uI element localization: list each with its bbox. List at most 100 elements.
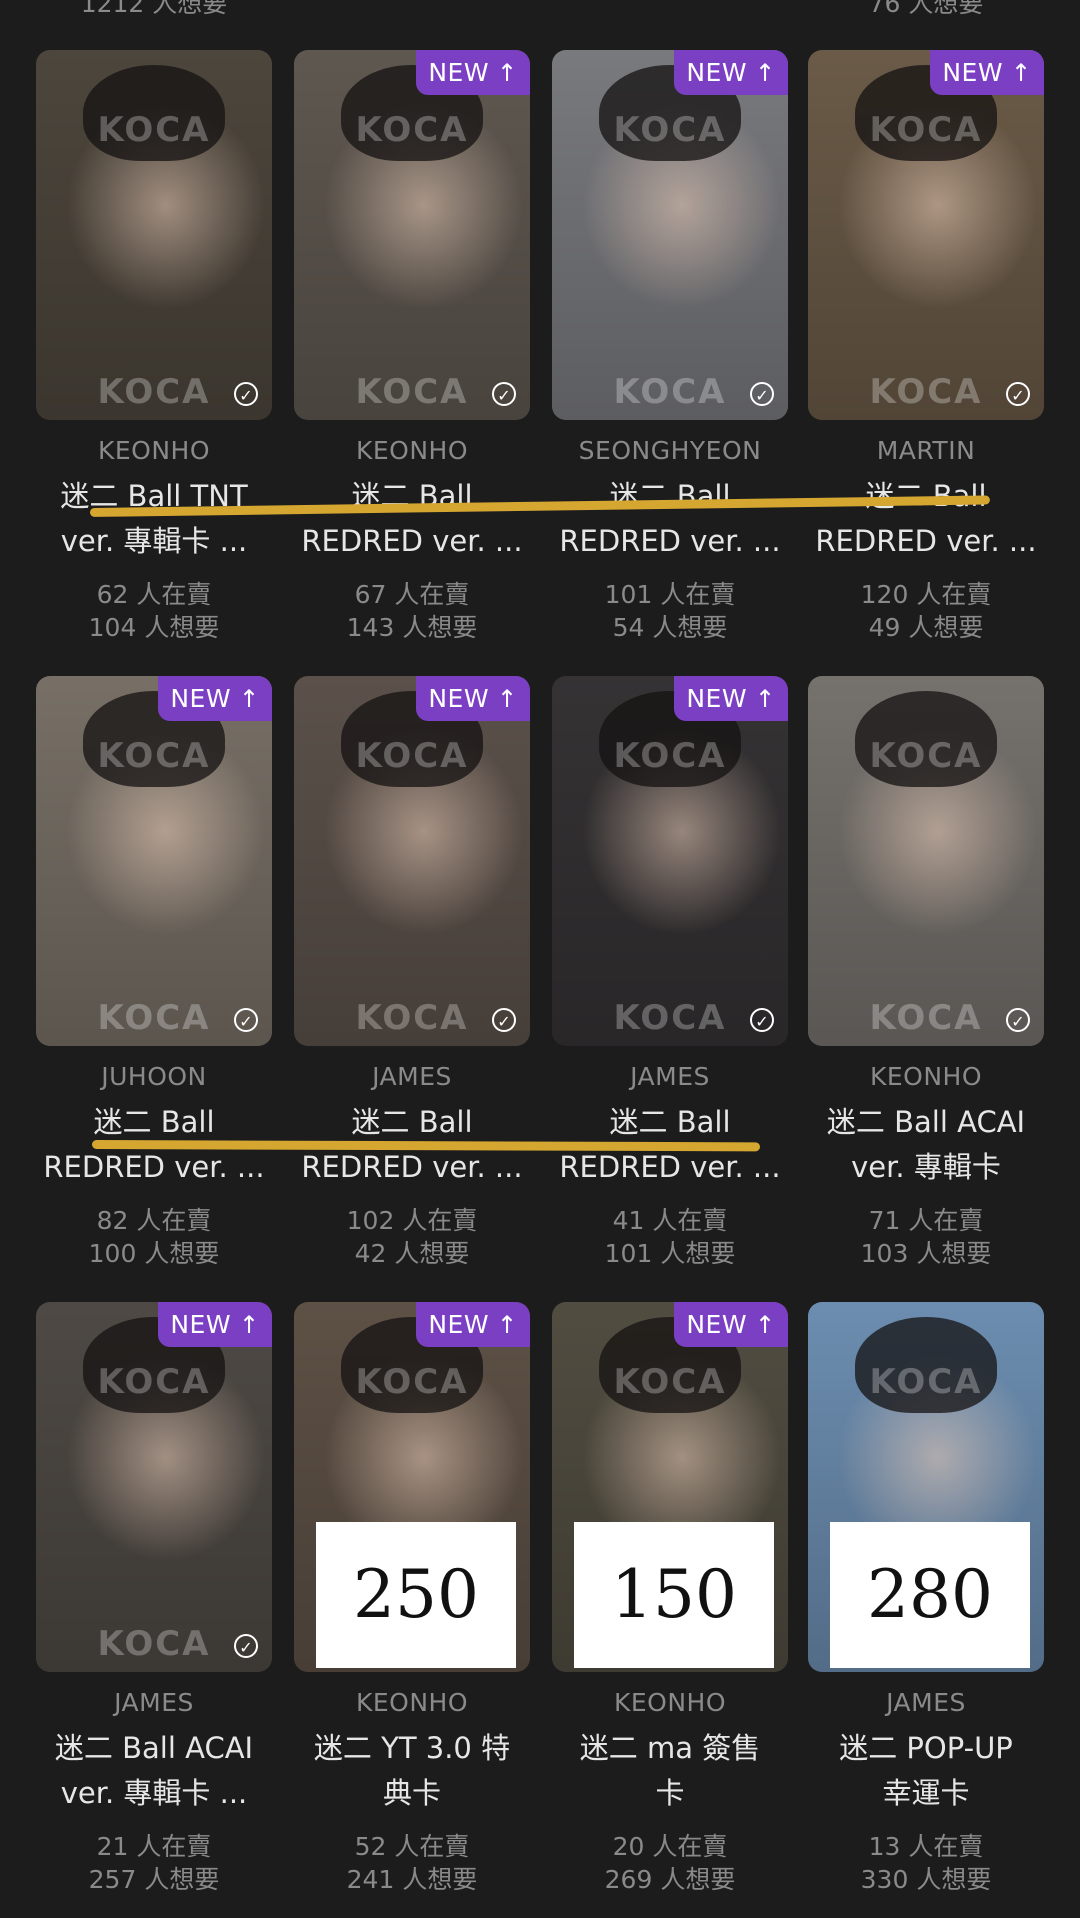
member-name: KEONHO bbox=[869, 1062, 983, 1091]
selling-count: 13 人在賣 bbox=[868, 1832, 984, 1861]
photocard-image[interactable]: KOCAKOCANEW↑150✓ bbox=[552, 1302, 788, 1672]
check-circle-icon[interactable]: ✓ bbox=[234, 382, 258, 406]
check-circle-icon[interactable]: ✓ bbox=[750, 1008, 774, 1032]
photocard-image[interactable]: KOCA KOCA NEW ↑ ✓ bbox=[294, 676, 530, 1046]
selling-count: 101 人在賣 bbox=[604, 580, 736, 609]
wanting-count: 269 人想要 bbox=[604, 1865, 736, 1894]
wanting-count: 100 人想要 bbox=[88, 1239, 220, 1268]
photocard-item[interactable]: KOCA KOCA ✓ KEONHO 迷二 Ball ACAI ver. 專輯卡 71 人在… bbox=[808, 676, 1044, 1276]
selling-count: 62 人在賣 bbox=[96, 580, 212, 609]
card-stats: 82 人在賣 100 人想要 bbox=[36, 1204, 272, 1270]
check-circle-icon[interactable]: ✓ bbox=[750, 1634, 774, 1658]
arrow-up-icon: ↑ bbox=[1011, 59, 1032, 87]
watermark-logo: KOCA bbox=[613, 736, 727, 776]
card-title[interactable]: 迷二 POP-UP 幸運卡 bbox=[800, 1726, 1052, 1816]
photocard-image[interactable]: KOCAKOCA280✓ bbox=[808, 1302, 1044, 1672]
watermark-logo: KOCA bbox=[613, 1362, 727, 1402]
photocard-item[interactable]: KOCAKOCANEW↑150✓KEONHO迷二 ma 簽售卡20 人在賣269… bbox=[552, 1302, 788, 1902]
selling-count: 20 人在賣 bbox=[612, 1832, 728, 1861]
check-circle-icon[interactable]: ✓ bbox=[234, 1634, 258, 1658]
photocard-item[interactable]: KOCAKOCANEW↑250✓KEONHO迷二 YT 3.0 特典卡52 人在… bbox=[294, 1302, 530, 1902]
check-circle-icon[interactable]: ✓ bbox=[750, 382, 774, 406]
card-title[interactable]: 迷二 Ball ACAI ver. 專輯卡 ... bbox=[28, 1726, 280, 1816]
new-badge: NEW ↑ bbox=[158, 676, 272, 721]
photocard-item[interactable]: KOCA KOCA NEW ↑ ✓ JAMES 迷二 Ball ACAI ver. 專輯卡 .… bbox=[36, 1302, 272, 1902]
card-stats: 71 人在賣 103 人想要 bbox=[808, 1204, 1044, 1270]
new-badge: NEW ↑ bbox=[416, 1302, 530, 1347]
member-name: JAMES bbox=[372, 1062, 452, 1091]
selling-count: 21 人在賣 bbox=[96, 1832, 212, 1861]
watermark-logo: KOCA bbox=[97, 736, 211, 776]
card-stats: 20 人在賣 269 人想要 bbox=[552, 1830, 788, 1896]
photocard-image[interactable]: KOCA KOCA NEW ↑ ✓ bbox=[552, 50, 788, 420]
price-label: 250 bbox=[316, 1522, 516, 1668]
member-name: JAMES bbox=[886, 1688, 966, 1717]
photocard-item[interactable]: KOCA KOCA NEW ↑ ✓ SEONGHYEON 迷二 Ball REDRED ver… bbox=[552, 50, 788, 650]
card-stats: 67 人在賣 143 人想要 bbox=[294, 578, 530, 644]
wanting-count: 330 人想要 bbox=[860, 1865, 992, 1894]
card-stats: 120 人在賣 49 人想要 bbox=[808, 578, 1044, 644]
card-title[interactable]: 迷二 Ball TNT ver. 專輯卡 ... bbox=[28, 474, 280, 564]
photocard-item[interactable]: KOCAKOCANEW↑✓MARTIN迷二 BallREDRED ver. ..… bbox=[808, 50, 1044, 650]
arrow-up-icon: ↑ bbox=[755, 685, 776, 713]
wanting-count: 49 人想要 bbox=[868, 613, 984, 642]
photocard-item[interactable]: KOCA KOCA ✓ KEONHO 迷二 Ball TNT ver. 專輯卡 ... 62… bbox=[36, 50, 272, 650]
wanting-count: 101 人想要 bbox=[604, 1239, 736, 1268]
wanting-count: 257 人想要 bbox=[88, 1865, 220, 1894]
partial-stat-top: 76 人想要 bbox=[868, 0, 984, 18]
photocard-image[interactable]: KOCA KOCA NEW ↑ ✓ bbox=[294, 50, 530, 420]
member-name: MARTIN bbox=[876, 436, 976, 465]
photocard-image[interactable]: KOCA KOCA ✓ bbox=[36, 50, 272, 420]
selling-count: 102 人在賣 bbox=[346, 1206, 478, 1235]
card-title[interactable]: 迷二 Ball ACAI ver. 專輯卡 bbox=[800, 1100, 1052, 1190]
card-stats: 21 人在賣 257 人想要 bbox=[36, 1830, 272, 1896]
wanting-count: 143 人想要 bbox=[346, 613, 478, 642]
watermark-logo: KOCA bbox=[869, 110, 983, 150]
photocard-image[interactable]: KOCA KOCA NEW ↑ ✓ bbox=[808, 50, 1044, 420]
card-title[interactable]: 迷二 BallREDRED ver. ... bbox=[800, 474, 1052, 564]
card-title[interactable]: 迷二 YT 3.0 特典卡 bbox=[286, 1726, 538, 1816]
selling-count: 120 人在賣 bbox=[860, 580, 992, 609]
price-label: 280 bbox=[830, 1522, 1030, 1668]
photocard-image[interactable]: KOCA KOCA ✓ bbox=[808, 676, 1044, 1046]
partial-stat-top: 1212 人想要 bbox=[80, 0, 228, 18]
photocard-image[interactable]: KOCA KOCA NEW ↑ ✓ bbox=[36, 676, 272, 1046]
arrow-up-icon: ↑ bbox=[755, 59, 776, 87]
check-circle-icon[interactable]: ✓ bbox=[1006, 382, 1030, 406]
member-name: KEONHO bbox=[97, 436, 211, 465]
new-badge: NEW ↑ bbox=[158, 1302, 272, 1347]
new-badge: NEW ↑ bbox=[416, 676, 530, 721]
arrow-up-icon: ↑ bbox=[497, 1311, 518, 1339]
card-stats: 52 人在賣 241 人想要 bbox=[294, 1830, 530, 1896]
new-badge: NEW ↑ bbox=[416, 50, 530, 95]
check-circle-icon[interactable]: ✓ bbox=[1006, 1634, 1030, 1658]
photocard-item[interactable]: KOCAKOCA280✓JAMES迷二 POP-UP幸運卡13 人在賣330 人… bbox=[808, 1302, 1044, 1902]
wanting-count: 104 人想要 bbox=[88, 613, 220, 642]
card-title[interactable]: 迷二 BallREDRED ver. ... bbox=[286, 474, 538, 564]
check-circle-icon[interactable]: ✓ bbox=[1006, 1008, 1030, 1032]
member-name: KEONHO bbox=[355, 1688, 469, 1717]
photocard-item[interactable]: KOCA KOCA NEW ↑ ✓ JUHOON 迷二 Ball REDRED ver. ..… bbox=[36, 676, 272, 1276]
new-badge: NEW ↑ bbox=[674, 1302, 788, 1347]
check-circle-icon[interactable]: ✓ bbox=[492, 1634, 516, 1658]
arrow-up-icon: ↑ bbox=[497, 685, 518, 713]
arrow-up-icon: ↑ bbox=[239, 1311, 260, 1339]
card-stats: 13 人在賣 330 人想要 bbox=[808, 1830, 1044, 1896]
photocard-item[interactable]: KOCA KOCA NEW ↑ ✓ JAMES 迷二 Ball REDRED ver. ...… bbox=[294, 676, 530, 1276]
card-stats: 62 人在賣 104 人想要 bbox=[36, 578, 272, 644]
selling-count: 82 人在賣 bbox=[96, 1206, 212, 1235]
wanting-count: 241 人想要 bbox=[346, 1865, 478, 1894]
check-circle-icon[interactable]: ✓ bbox=[492, 1008, 516, 1032]
card-title[interactable]: 迷二 BallREDRED ver. ... bbox=[544, 474, 796, 564]
card-title[interactable]: 迷二 ma 簽售卡 bbox=[544, 1726, 796, 1816]
watermark-logo: KOCA bbox=[355, 1362, 469, 1402]
photocard-item[interactable]: KOCA KOCA NEW ↑ ✓ JAMES 迷二 Ball REDRED ver. ...… bbox=[552, 676, 788, 1276]
photocard-image[interactable]: KOCA KOCA NEW ↑ ✓ bbox=[36, 1302, 272, 1672]
photocard-image[interactable]: KOCA KOCA NEW ↑ ✓ bbox=[552, 676, 788, 1046]
watermark-logo: KOCA bbox=[613, 110, 727, 150]
check-circle-icon[interactable]: ✓ bbox=[234, 1008, 258, 1032]
photocard-item[interactable]: KOCA KOCA NEW ↑ ✓ KEONHO 迷二 Ball REDRED ver. ..… bbox=[294, 50, 530, 650]
photocard-image[interactable]: KOCAKOCANEW↑250✓ bbox=[294, 1302, 530, 1672]
check-circle-icon[interactable]: ✓ bbox=[492, 382, 516, 406]
arrow-up-icon: ↑ bbox=[497, 59, 518, 87]
